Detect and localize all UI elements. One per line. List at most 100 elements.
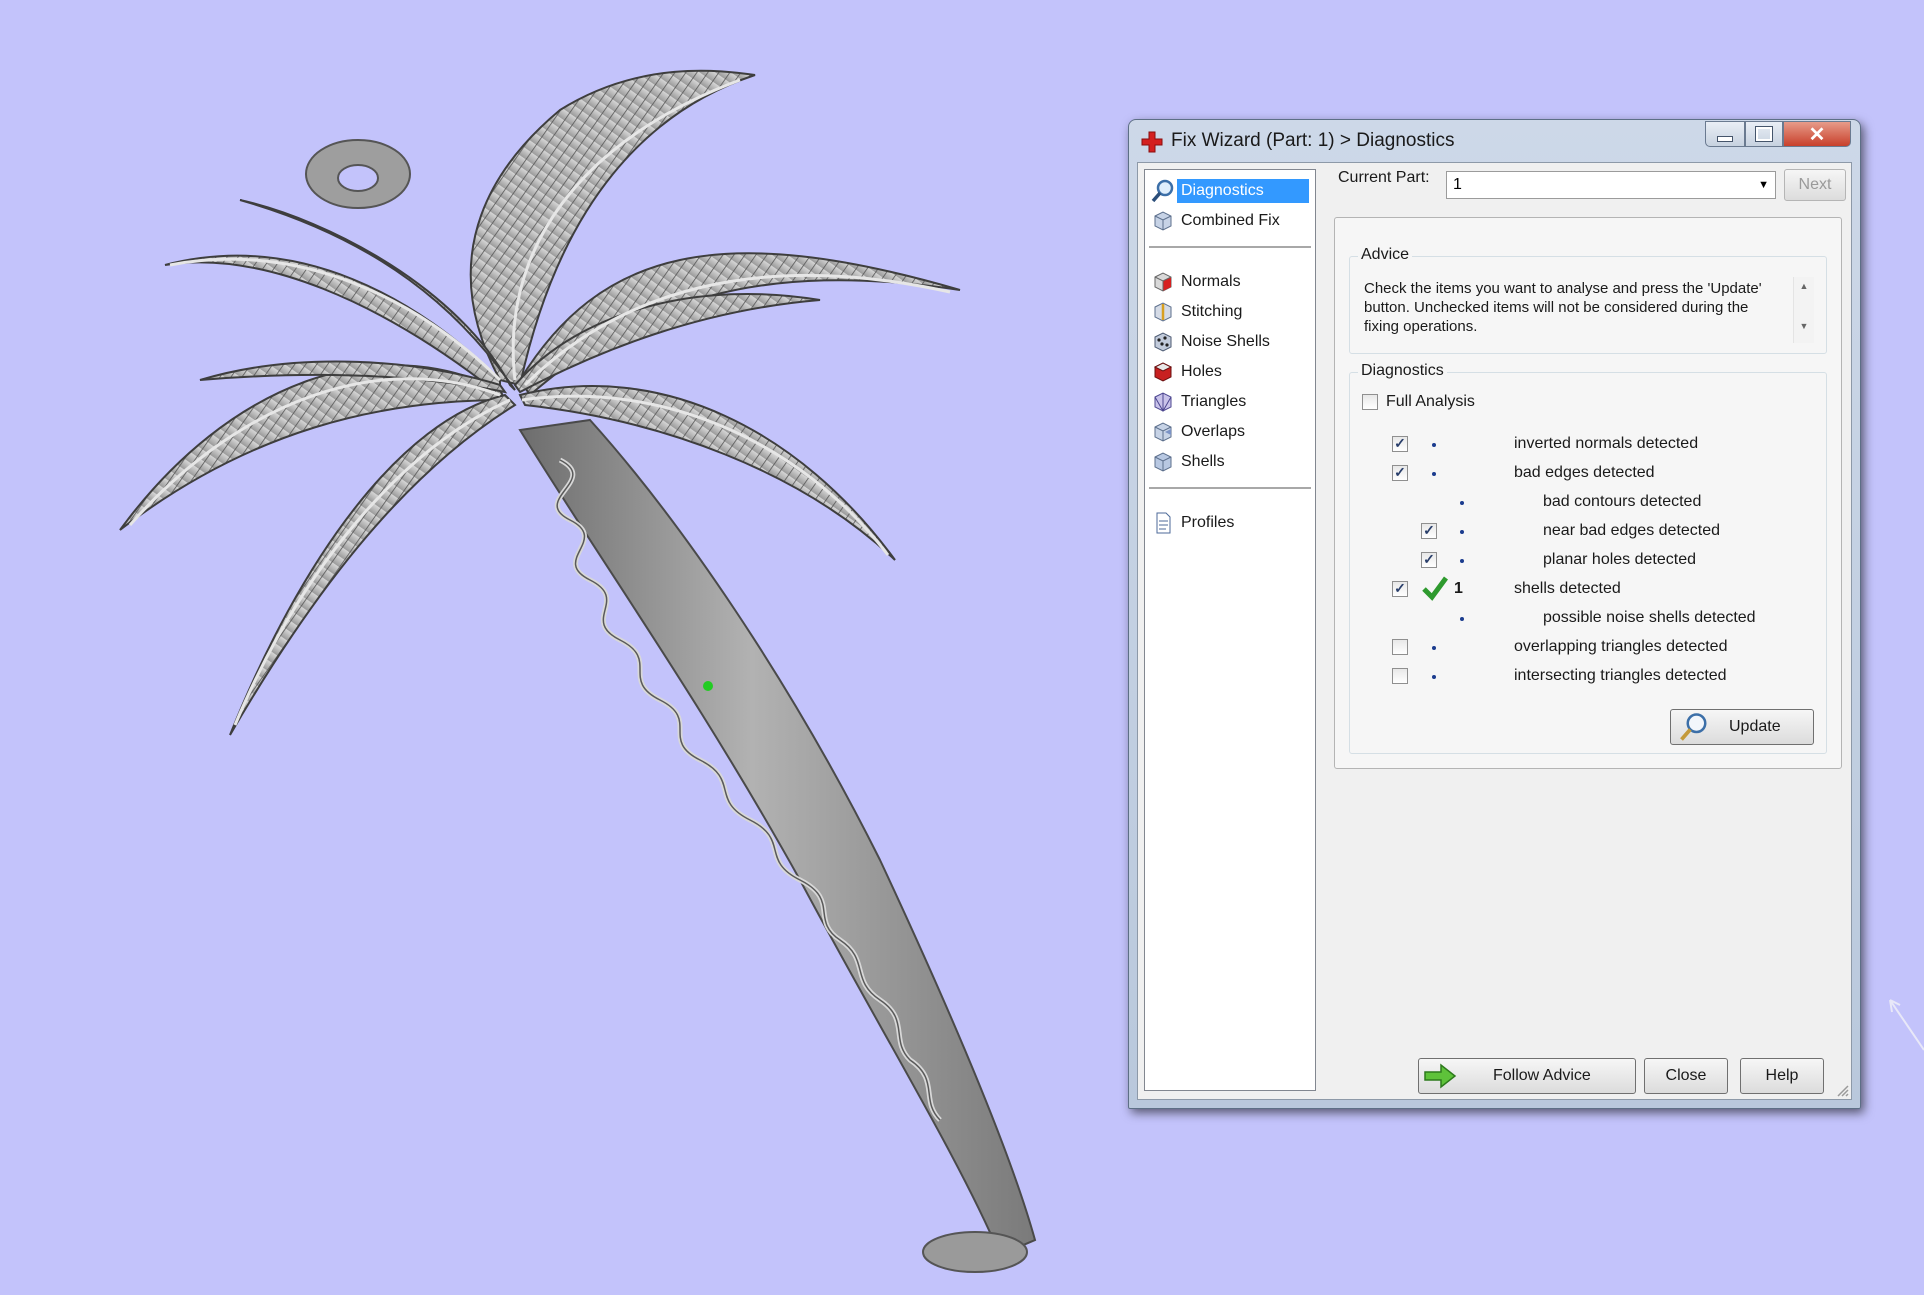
maximize-button[interactable] bbox=[1745, 121, 1783, 147]
shells-count: 1 bbox=[1454, 580, 1463, 597]
diagnostics-title: Diagnostics bbox=[1358, 362, 1447, 380]
current-part-select[interactable]: 1 ▼ bbox=[1446, 171, 1776, 199]
cube-icon bbox=[1154, 211, 1172, 231]
trunk bbox=[518, 418, 1037, 1273]
close-button[interactable]: Close bbox=[1644, 1058, 1728, 1094]
advice-scrollbar[interactable]: ▲ ▼ bbox=[1793, 277, 1814, 343]
nav-separator bbox=[1149, 246, 1311, 248]
intersecting-triangles-checkbox[interactable] bbox=[1392, 668, 1408, 684]
advice-title: Advice bbox=[1358, 246, 1413, 264]
intersecting-triangles-label: intersecting triangles detected bbox=[1514, 667, 1727, 684]
dialog-title: Fix Wizard (Part: 1) > Diagnostics bbox=[1171, 130, 1455, 151]
nav-item-overlaps[interactable]: Overlaps bbox=[1151, 417, 1309, 447]
inverted-normals-label: inverted normals detected bbox=[1514, 435, 1699, 452]
status-dot bbox=[1460, 617, 1464, 621]
help-label: Help bbox=[1765, 1067, 1799, 1084]
checkmark-icon bbox=[1422, 576, 1448, 601]
status-dot bbox=[1460, 501, 1464, 505]
nav-item-profiles[interactable]: Profiles bbox=[1151, 508, 1309, 538]
nav-label: Combined Fix bbox=[1181, 212, 1280, 229]
noise-shells-label: possible noise shells detected bbox=[1543, 609, 1756, 626]
nav-item-combined-fix[interactable]: Combined Fix bbox=[1151, 206, 1309, 236]
overlaps-cube-icon bbox=[1154, 422, 1172, 442]
fronds bbox=[119, 69, 961, 736]
nav-item-diagnostics[interactable]: Diagnostics bbox=[1151, 176, 1309, 206]
next-label: Next bbox=[1798, 176, 1832, 193]
planar-holes-label: planar holes detected bbox=[1543, 551, 1696, 568]
close-label: Close bbox=[1665, 1067, 1707, 1084]
planar-holes-checkbox[interactable]: ✓ bbox=[1421, 552, 1437, 568]
hanging-loop bbox=[305, 139, 411, 209]
status-dot bbox=[1460, 530, 1464, 534]
update-button[interactable]: Update bbox=[1670, 709, 1814, 745]
bad-contours-label: bad contours detected bbox=[1543, 493, 1702, 510]
status-dot bbox=[1432, 472, 1436, 476]
status-dot bbox=[1432, 646, 1436, 650]
minimize-icon bbox=[1717, 136, 1733, 142]
nav-item-shells[interactable]: Shells bbox=[1151, 447, 1309, 477]
maximize-icon bbox=[1755, 126, 1773, 142]
status-dot bbox=[1432, 443, 1436, 447]
close-window-button[interactable]: ✕ bbox=[1783, 121, 1851, 147]
red-cross-app-icon bbox=[1141, 131, 1163, 153]
noise-shells-icon bbox=[1154, 332, 1172, 352]
follow-advice-button[interactable]: Follow Advice bbox=[1418, 1058, 1636, 1094]
next-button[interactable]: Next bbox=[1784, 169, 1846, 201]
overlapping-triangles-label: overlapping triangles detected bbox=[1514, 638, 1728, 655]
minimize-button[interactable] bbox=[1705, 121, 1745, 147]
nav-label: Noise Shells bbox=[1181, 333, 1270, 350]
full-analysis-checkbox[interactable] bbox=[1362, 394, 1378, 410]
status-dot bbox=[1460, 559, 1464, 563]
shells-checkbox[interactable]: ✓ bbox=[1392, 581, 1408, 597]
shells-cube-icon bbox=[1154, 452, 1172, 472]
status-dot bbox=[1432, 675, 1436, 679]
holes-cube-icon bbox=[1153, 362, 1173, 382]
shells-label: shells detected bbox=[1514, 580, 1621, 597]
nav-item-normals[interactable]: Normals bbox=[1151, 267, 1309, 297]
follow-advice-label: Follow Advice bbox=[1493, 1067, 1591, 1084]
nav-label: Profiles bbox=[1181, 514, 1235, 531]
dialog-client-area: Diagnostics Combined Fix Normals Stitchi… bbox=[1137, 162, 1852, 1100]
nav-label: Diagnostics bbox=[1177, 179, 1309, 203]
nav-item-noise-shells[interactable]: Noise Shells bbox=[1151, 327, 1309, 357]
nav-label: Overlaps bbox=[1181, 423, 1246, 440]
normals-cube-icon bbox=[1154, 272, 1172, 292]
green-arrow-icon bbox=[1424, 1063, 1457, 1089]
nav-item-stitching[interactable]: Stitching bbox=[1151, 297, 1309, 327]
inverted-normals-checkbox[interactable]: ✓ bbox=[1392, 436, 1408, 452]
near-bad-edges-label: near bad edges detected bbox=[1543, 522, 1721, 539]
bad-edges-checkbox[interactable]: ✓ bbox=[1392, 465, 1408, 481]
update-label: Update bbox=[1729, 718, 1781, 735]
current-part-label: Current Part: bbox=[1338, 169, 1430, 186]
wizard-navigation: Diagnostics Combined Fix Normals Stitchi… bbox=[1144, 169, 1316, 1091]
scroll-down-icon[interactable]: ▼ bbox=[1794, 321, 1814, 331]
diagnostics-group: Diagnostics Full Analysis ✓ inverted nor… bbox=[1349, 362, 1827, 754]
nav-label: Shells bbox=[1181, 453, 1225, 470]
nav-item-triangles[interactable]: Triangles bbox=[1151, 387, 1309, 417]
current-part-value: 1 bbox=[1453, 176, 1462, 193]
advice-group: Advice Check the items you want to analy… bbox=[1349, 246, 1827, 354]
help-button[interactable]: Help bbox=[1740, 1058, 1824, 1094]
resize-grip-icon[interactable] bbox=[1835, 1083, 1849, 1097]
bad-edges-label: bad edges detected bbox=[1514, 464, 1655, 481]
nav-label: Holes bbox=[1181, 363, 1222, 380]
axis-indicator bbox=[1889, 999, 1924, 1051]
chevron-down-icon: ▼ bbox=[1758, 179, 1769, 191]
scroll-up-icon[interactable]: ▲ bbox=[1794, 281, 1814, 291]
overlapping-triangles-checkbox[interactable] bbox=[1392, 639, 1408, 655]
stitching-cube-icon bbox=[1154, 302, 1172, 322]
magnifier-icon bbox=[1151, 179, 1174, 203]
near-bad-edges-checkbox[interactable]: ✓ bbox=[1421, 523, 1437, 539]
fix-wizard-dialog: Fix Wizard (Part: 1) > Diagnostics ✕ Dia… bbox=[1128, 119, 1861, 1109]
nav-label: Triangles bbox=[1181, 393, 1247, 410]
nav-label: Normals bbox=[1181, 273, 1241, 290]
nav-item-holes[interactable]: Holes bbox=[1151, 357, 1309, 387]
full-analysis-label: Full Analysis bbox=[1386, 393, 1475, 410]
profile-document-icon bbox=[1156, 512, 1171, 534]
nav-label: Stitching bbox=[1181, 303, 1243, 320]
advice-text: Check the items you want to analyse and … bbox=[1364, 280, 1762, 335]
close-icon: ✕ bbox=[1808, 123, 1826, 146]
nav-separator bbox=[1149, 487, 1311, 489]
title-bar[interactable]: Fix Wizard (Part: 1) > Diagnostics ✕ bbox=[1129, 120, 1860, 162]
triangles-cube-icon bbox=[1154, 392, 1172, 413]
